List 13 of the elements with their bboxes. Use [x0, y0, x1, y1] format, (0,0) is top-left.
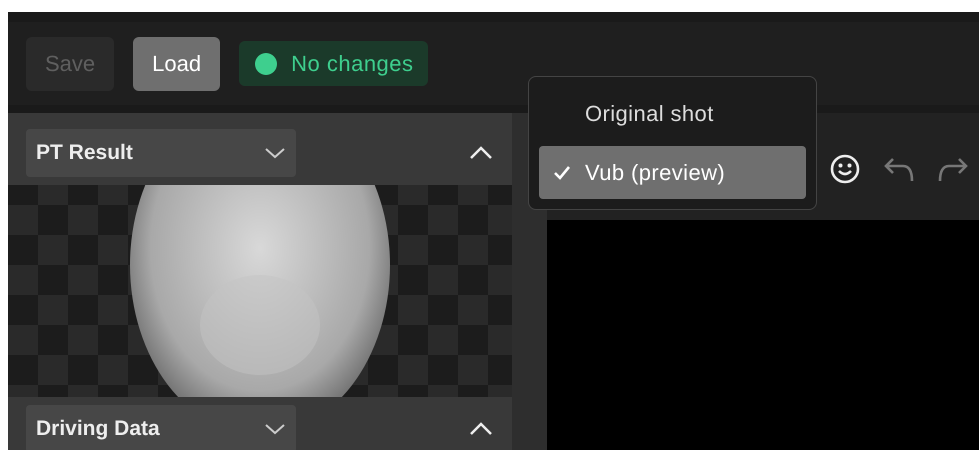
menu-item[interactable]: Vub (preview) [539, 146, 806, 199]
section-dropdown[interactable]: PT Result [26, 129, 296, 177]
smiley-icon[interactable] [829, 153, 861, 185]
status-dot [255, 52, 278, 74]
undo-icon[interactable] [883, 155, 915, 183]
section-dropdown[interactable]: Driving Data [26, 405, 296, 450]
status-label: No changes [291, 50, 414, 76]
menu-item[interactable]: Original shot [539, 87, 806, 140]
load-button[interactable]: Load [133, 36, 220, 90]
chevron-down-icon [264, 147, 286, 159]
redo-icon[interactable] [937, 155, 969, 183]
chevron-down-icon [264, 423, 286, 435]
check-icon [553, 165, 571, 181]
